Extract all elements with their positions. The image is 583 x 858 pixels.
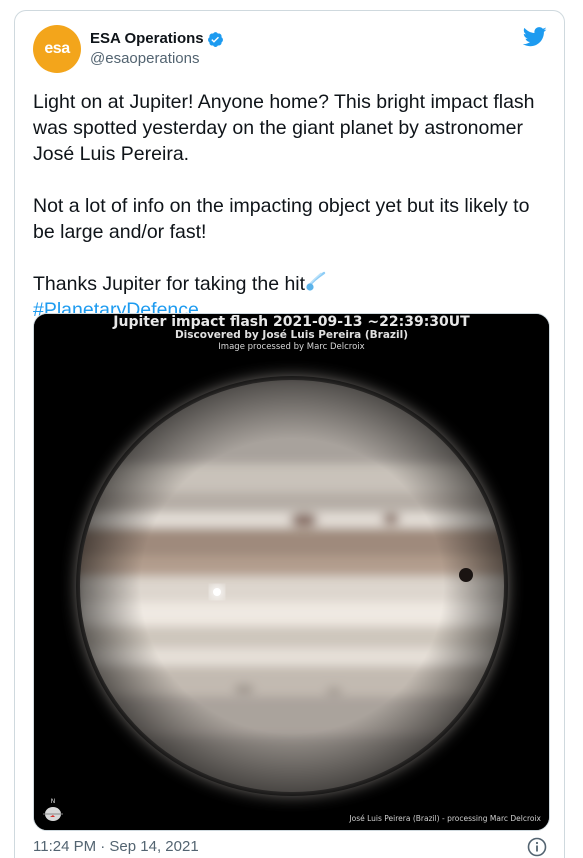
tweet-text: Light on at Jupiter! Anyone home? This b… bbox=[33, 89, 548, 323]
tweet-line-3: Thanks Jupiter for taking the hit bbox=[33, 273, 306, 295]
avatar[interactable]: esa bbox=[33, 25, 81, 73]
tweet-timestamp[interactable]: 11:24 PM · Sep 14, 2021 bbox=[33, 837, 199, 857]
tweet-image[interactable]: Jupiter impact flash 2021-09-13 ~22:39:3… bbox=[33, 313, 550, 831]
display-name-text: ESA Operations bbox=[90, 30, 204, 47]
tweet-card: esa ESA Operations @esaoperations Light … bbox=[14, 10, 565, 858]
svg-text:N: N bbox=[51, 798, 56, 805]
info-icon[interactable] bbox=[527, 837, 547, 857]
esa-logo: esa bbox=[44, 40, 70, 57]
image-credit: José Luis Peirera (Brazil) - processing … bbox=[349, 814, 541, 823]
image-subtitle: Discovered by José Luis Pereira (Brazil) bbox=[174, 329, 409, 341]
tweet-line-2: Not a lot of info on the impacting objec… bbox=[33, 195, 535, 243]
tweet-line-1: Light on at Jupiter! Anyone home? This b… bbox=[33, 91, 540, 165]
orientation-compass-icon: N bbox=[43, 798, 63, 821]
handle[interactable]: @esaoperations bbox=[90, 49, 224, 69]
verified-badge-icon bbox=[207, 31, 223, 47]
twitter-bird-icon[interactable] bbox=[523, 27, 547, 47]
display-name[interactable]: ESA Operations bbox=[90, 30, 224, 48]
jupiter-image bbox=[34, 314, 549, 830]
author-block[interactable]: ESA Operations @esaoperations bbox=[90, 30, 224, 69]
comet-icon bbox=[306, 271, 326, 291]
image-processed-note: Image processed by Marc Delcroix bbox=[218, 342, 365, 352]
image-title: Jupiter impact flash 2021-09-13 ~22:39:3… bbox=[113, 314, 470, 330]
